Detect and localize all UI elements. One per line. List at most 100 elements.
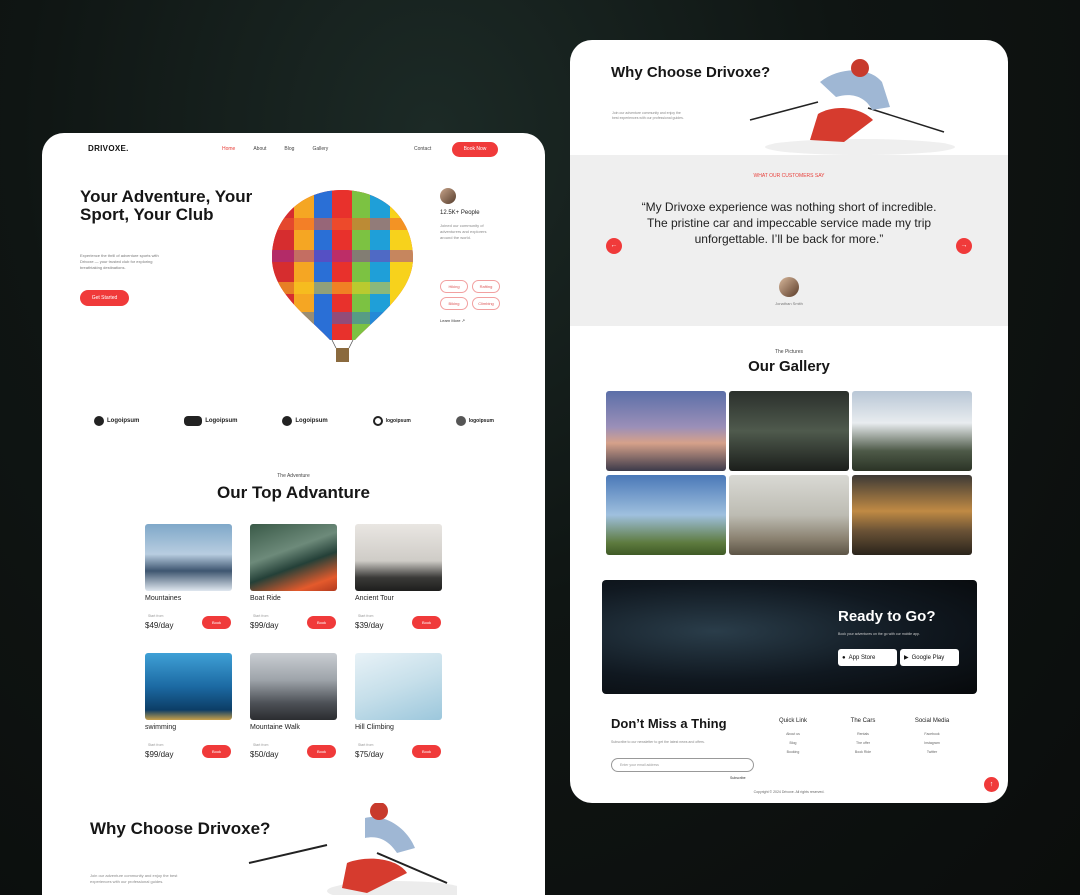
hot-air-balloon-image [272, 190, 413, 362]
adventure-card[interactable]: Mountaines Start from $49/day Book [145, 524, 232, 641]
ready-description: Book your adventures on the go with our … [838, 632, 920, 636]
get-started-button[interactable]: Get Started [80, 290, 129, 306]
gallery-image[interactable] [606, 391, 726, 471]
adventure-card[interactable]: Boat Ride Start from $99/day Book [250, 524, 337, 641]
gallery-image[interactable] [852, 475, 972, 555]
tag-hiking[interactable]: Hiking [440, 280, 468, 293]
logo-mark-icon [372, 416, 383, 426]
gallery-subtitle: The Pictures [774, 349, 804, 355]
newsletter-description: Subscribe to our newsletter to get the l… [611, 740, 705, 744]
gallery-grid [606, 391, 972, 555]
adventure-card[interactable]: Mountaine Walk Start from $50/day Book [250, 653, 337, 770]
gallery-image[interactable] [852, 391, 972, 471]
adventure-start-label: Start from [253, 743, 269, 747]
app-download-banner: Ready to Go? Book your adventures on the… [602, 580, 977, 694]
adventure-name: Ancient Tour [355, 595, 394, 602]
adventure-price: $50/day [250, 750, 279, 759]
book-button[interactable]: Book [412, 616, 441, 629]
testimonial-quote: “My Drivoxe experience was nothing short… [641, 200, 937, 246]
testimonial-section: WHAT OUR CUSTOMERS SAY “My Drivoxe exper… [570, 155, 1008, 326]
adventure-price: $49/day [145, 621, 174, 630]
people-avatar [440, 188, 456, 204]
partner-logo: logoipsum [455, 416, 494, 426]
tag-biking[interactable]: Biking [440, 297, 468, 310]
adventure-card[interactable]: swimming Start from $99/day Book [145, 653, 232, 770]
book-button[interactable]: Book [202, 616, 231, 629]
gallery-image[interactable] [606, 475, 726, 555]
nav-link-about[interactable]: About [253, 146, 266, 152]
google-play-button[interactable]: ▶ Google Play [900, 649, 959, 666]
adventure-start-label: Start from [148, 614, 164, 618]
adventure-start-label: Start from [253, 614, 269, 618]
tag-climbing[interactable]: Climbing [472, 297, 500, 310]
activity-tags: Hiking Rafting Biking Climbing [440, 280, 508, 310]
nav-link-gallery[interactable]: Gallery [312, 146, 328, 152]
footer-link[interactable]: About us [768, 730, 818, 739]
skier-image [749, 59, 955, 155]
subscribe-button[interactable]: Subscribe [730, 776, 746, 780]
nav-link-home[interactable]: Home [222, 146, 235, 152]
email-input[interactable]: Enter your email address [611, 758, 754, 772]
book-button[interactable]: Book [307, 745, 336, 758]
adventure-start-label: Start from [358, 743, 374, 747]
apple-icon: ● [842, 654, 846, 661]
ready-title: Ready to Go? [838, 608, 936, 625]
footer-link[interactable]: Facebook [907, 730, 957, 739]
footer-link[interactable]: Instagram [907, 739, 957, 748]
footer-link[interactable]: The offer [838, 739, 888, 748]
adventure-card[interactable]: Ancient Tour Start from $39/day Book [355, 524, 442, 641]
partner-logo: Logoipsum [184, 416, 238, 426]
skier-image [248, 803, 457, 895]
logo-mark-icon [282, 416, 293, 426]
footer-link[interactable]: Booking [768, 748, 818, 757]
hill-climbing-image [355, 653, 442, 720]
people-description: Joined our community of adventurers and … [440, 223, 487, 240]
ancient-tour-image [355, 524, 442, 591]
book-button[interactable]: Book [202, 745, 231, 758]
newsletter-title: Don’t Miss a Thing [611, 716, 727, 731]
adventure-price: $99/day [145, 750, 174, 759]
mountains-image [145, 524, 232, 591]
book-button[interactable]: Book [307, 616, 336, 629]
footer-link[interactable]: Book Ride [838, 748, 888, 757]
app-store-button[interactable]: ● App Store [838, 649, 897, 666]
nav-link-contact[interactable]: Contact [414, 146, 431, 152]
gallery-image[interactable] [729, 475, 849, 555]
next-arrow-icon[interactable]: → [956, 238, 972, 254]
adventure-name: Hill Climbing [355, 724, 394, 731]
book-now-button[interactable]: Book Now [452, 142, 498, 157]
footer-link[interactable]: Blog [768, 739, 818, 748]
gallery-image[interactable] [729, 391, 849, 471]
partner-logo: Logoipsum [282, 416, 328, 426]
nav-link-blog[interactable]: Blog [284, 146, 294, 152]
why-choose-title: Why Choose Drivoxe? [90, 819, 271, 838]
customer-name: Jonathan Smith [775, 301, 803, 306]
boat-ride-image [250, 524, 337, 591]
footer-column-head: Quick Link [778, 718, 807, 724]
footer-column-social: Social Media Facebook Instagram Twitter [907, 718, 957, 757]
adventure-grid: Mountaines Start from $49/day Book Boat … [145, 524, 442, 770]
landing-page-preview-2: Why Choose Drivoxe? Join our adventure c… [570, 40, 1008, 803]
scroll-top-icon[interactable]: ↑ [984, 777, 999, 792]
logo-mark-icon [184, 416, 203, 426]
tag-rafting[interactable]: Rafting [472, 280, 500, 293]
mountain-walk-image [250, 653, 337, 720]
footer-column-cars: The Cars Rentals The offer Book Ride [838, 718, 888, 757]
swimming-image [145, 653, 232, 720]
footer-link[interactable]: Rentals [838, 730, 888, 739]
partner-logo: Logoipsum [94, 416, 139, 426]
hero-title: Your Adventure, Your Sport, Your Club [80, 187, 253, 224]
partner-logo: logoipsum [372, 416, 411, 426]
logo-mark-icon [94, 416, 104, 426]
adventure-start-label: Start from [358, 614, 374, 618]
adventure-card[interactable]: Hill Climbing Start from $75/day Book [355, 653, 442, 770]
footer-link[interactable]: Twitter [907, 748, 957, 757]
book-button[interactable]: Book [412, 745, 441, 758]
adventure-title: Our Top Advanture [217, 483, 370, 502]
prev-arrow-icon[interactable]: ← [606, 238, 622, 254]
adventure-price: $75/day [355, 750, 384, 759]
learn-more-link[interactable]: Learn More ↗ [440, 318, 465, 323]
landing-page-preview: DRIVOXE. Home About Blog Gallery Contact… [42, 133, 545, 895]
brand-logo[interactable]: DRIVOXE. [88, 144, 129, 153]
people-count: 12.5K+ People [440, 210, 480, 216]
